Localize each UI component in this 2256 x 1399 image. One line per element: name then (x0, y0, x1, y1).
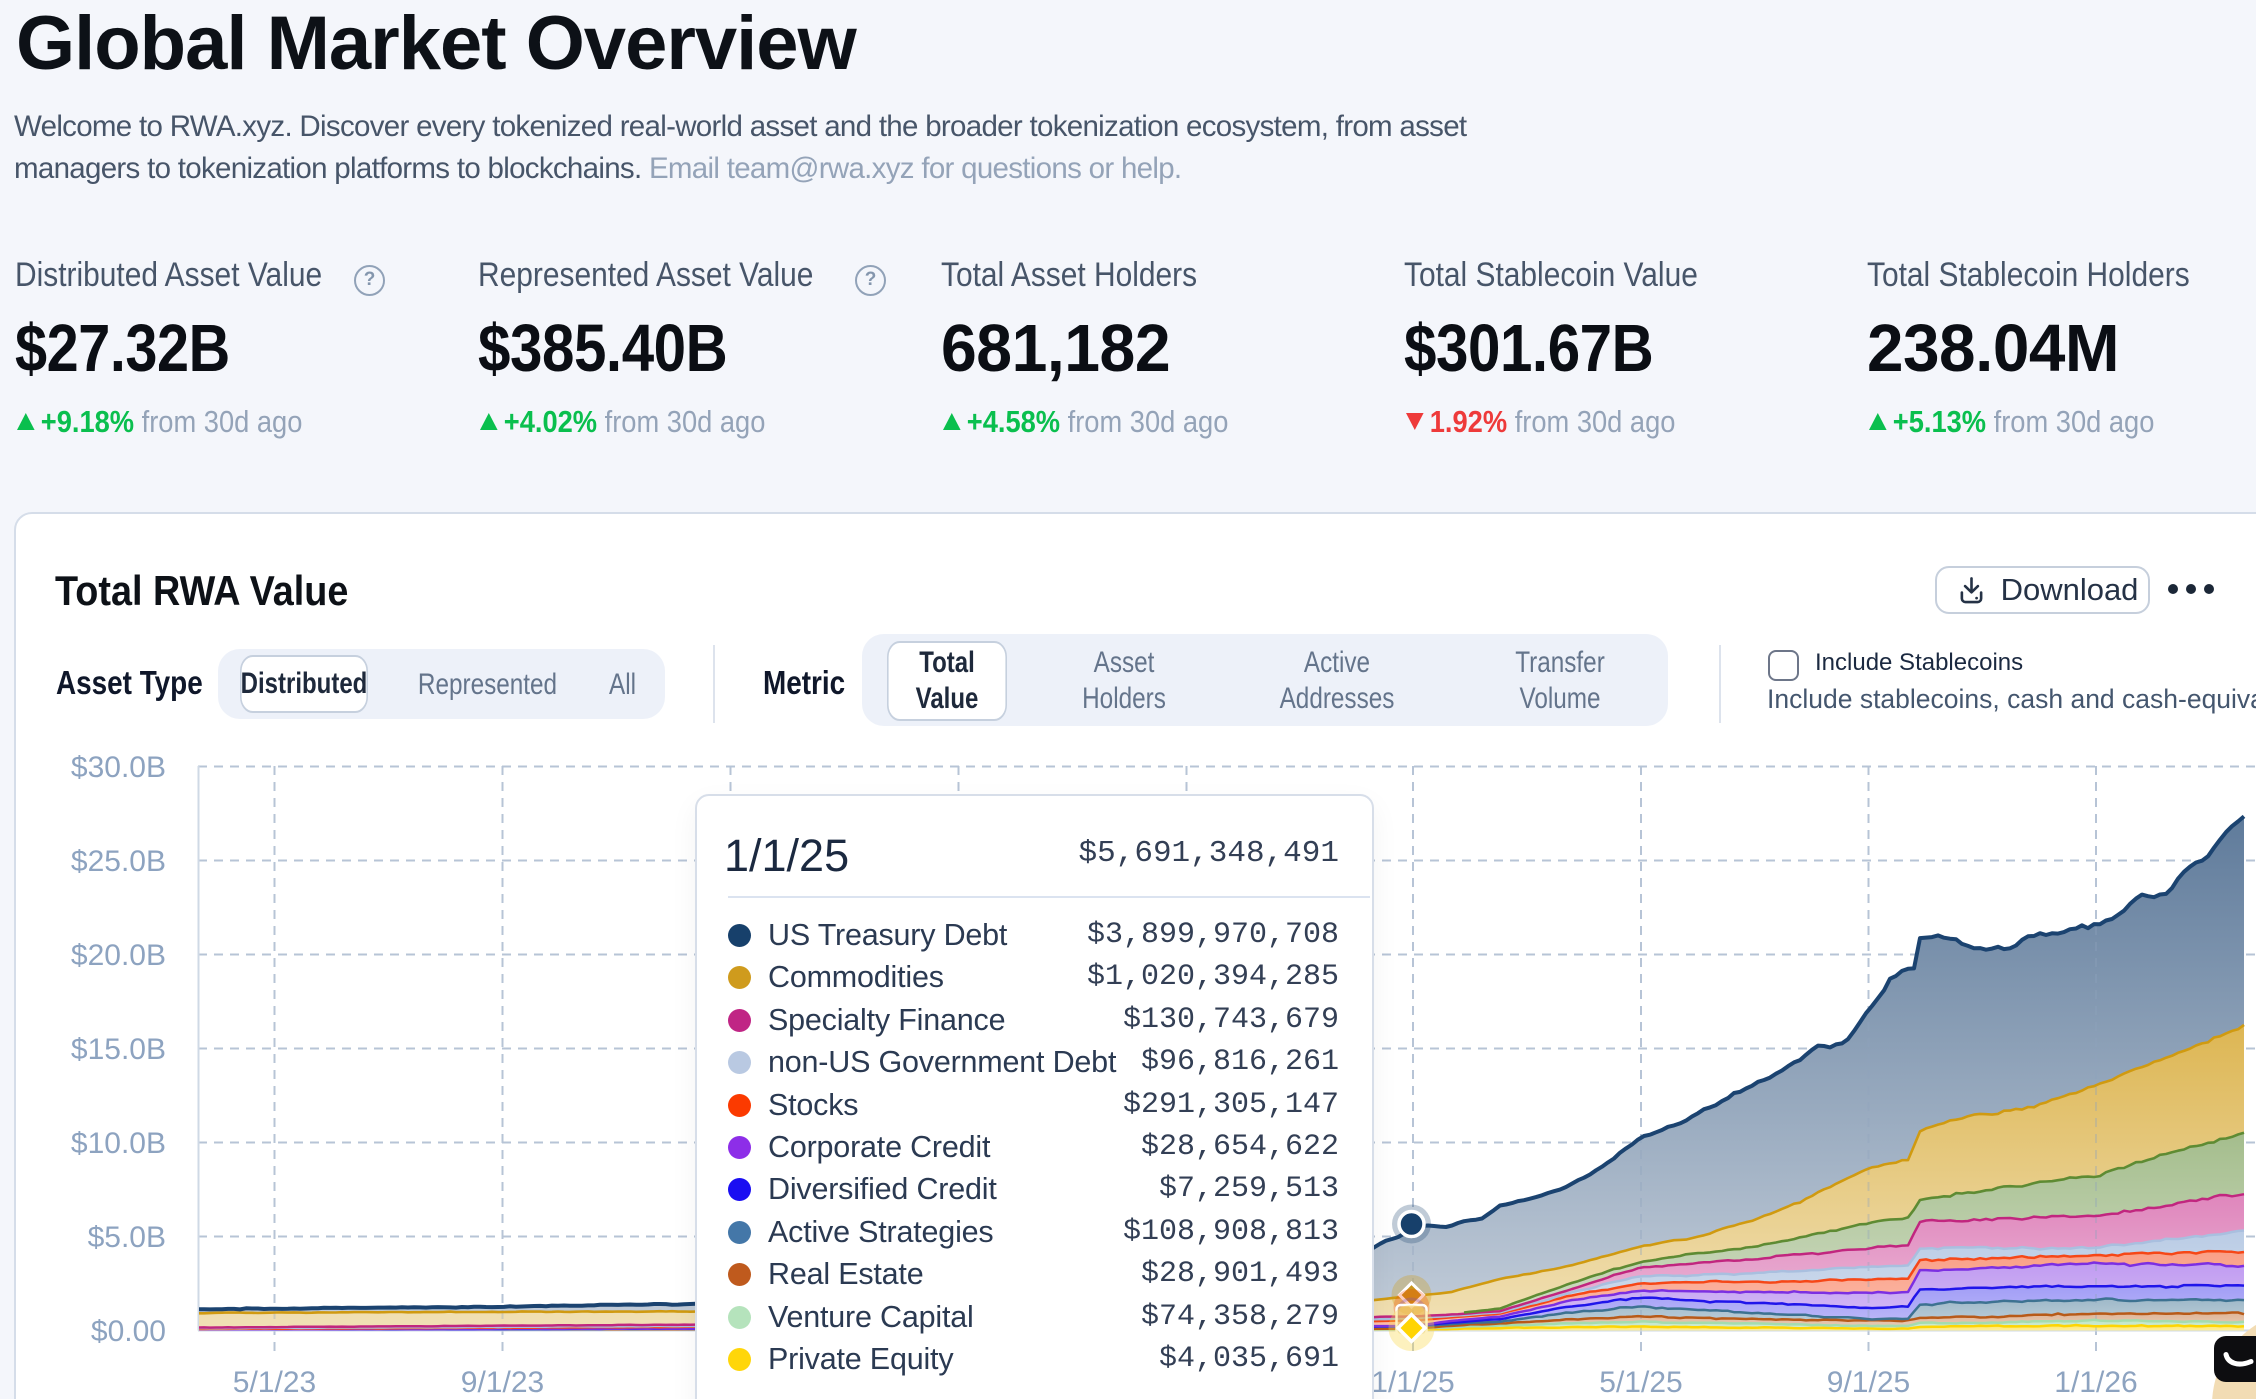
svg-text:$25.0B: $25.0B (71, 845, 166, 878)
svg-text:1/1/25: 1/1/25 (1371, 1366, 1454, 1399)
svg-text:5/1/25: 5/1/25 (1599, 1366, 1682, 1399)
svg-text:$10.0B: $10.0B (71, 1127, 166, 1160)
svg-text:$30.0B: $30.0B (71, 751, 166, 784)
svg-text:9/1/23: 9/1/23 (461, 1366, 544, 1399)
svg-text:$5.0B: $5.0B (88, 1221, 166, 1254)
svg-text:9/1/25: 9/1/25 (1827, 1366, 1910, 1399)
svg-text:$0.00: $0.00 (91, 1315, 166, 1348)
svg-text:$15.0B: $15.0B (71, 1033, 166, 1066)
svg-text:1/1/26: 1/1/26 (2054, 1366, 2137, 1399)
svg-text:$20.0B: $20.0B (71, 939, 166, 972)
svg-text:5/1/23: 5/1/23 (233, 1366, 316, 1399)
